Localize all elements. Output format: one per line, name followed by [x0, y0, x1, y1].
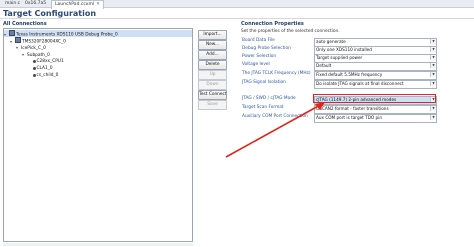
annotation-arrow-icon: [225, 102, 325, 158]
